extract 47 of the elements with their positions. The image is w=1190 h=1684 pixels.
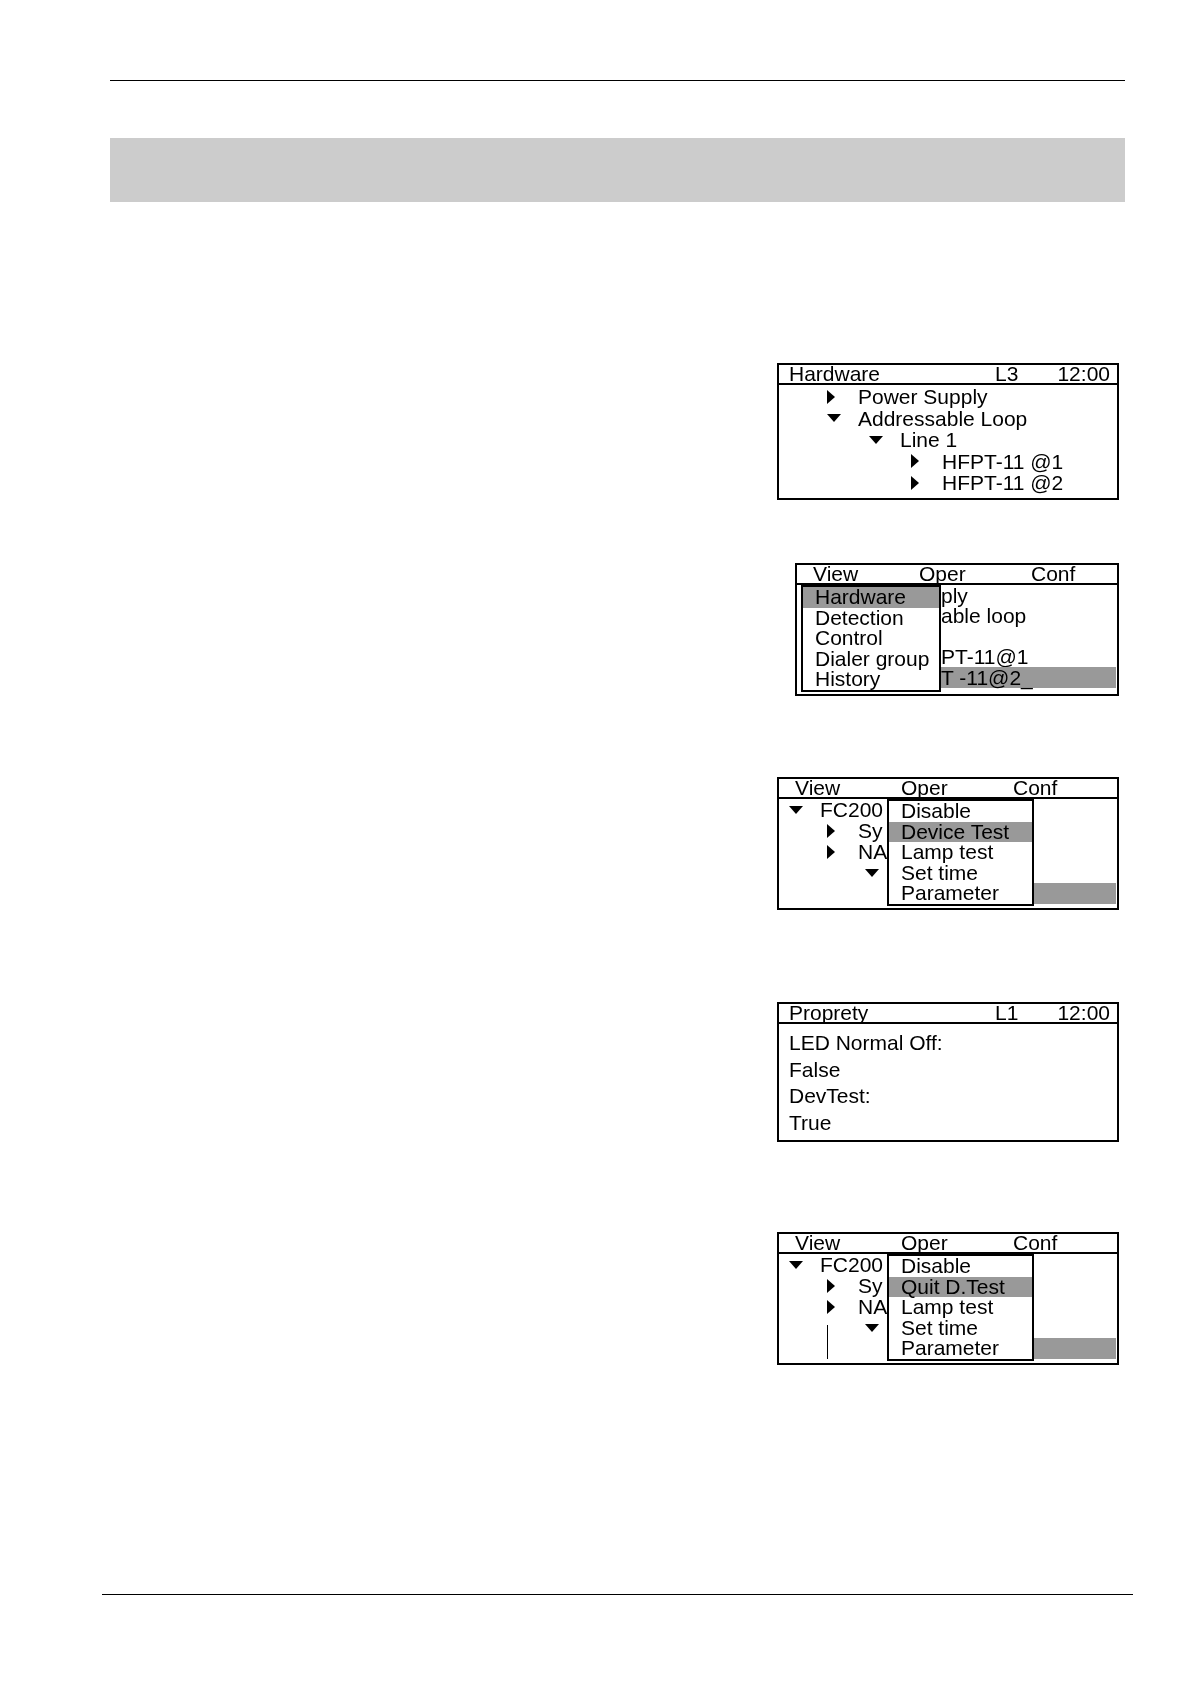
menu-item[interactable]: Dialer group [803,648,939,669]
menu-bar-item[interactable]: Conf [1013,1234,1058,1252]
tree-item[interactable]: PT-11@1 [941,646,1029,667]
tree-item[interactable]: Power Supply [827,386,988,408]
property-name: LED Normal Off: [789,1030,943,1056]
menu-item[interactable]: Hardware [803,587,939,608]
tree-item[interactable]: Sy [827,820,883,841]
indicator-text: L1 [995,1004,1019,1022]
property-value: False [789,1056,841,1083]
tree-item[interactable]: HFPT-11 @1 [911,450,1064,472]
tree-item[interactable]: Addressable Loop [827,407,1028,429]
clock-time: 12:00 [1057,1004,1110,1022]
menu-bar-item[interactable]: Oper [901,779,948,797]
menu-item[interactable]: Quit D.Test [889,1276,1032,1297]
screen-title: Proprety [789,1004,869,1022]
tree-item[interactable]: NA [827,1296,888,1317]
menu-item[interactable]: Disable [889,1256,1032,1277]
menu-item[interactable]: History [803,669,939,690]
menu-item[interactable]: Device Test [889,821,1032,842]
indicator-text: L3 [995,365,1019,383]
tree-item[interactable]: FC200 [789,1254,884,1275]
menu-item[interactable]: Detection [803,607,939,628]
property-value: True [789,1109,832,1136]
tree-item[interactable]: Sy [827,1275,883,1296]
menu-item[interactable]: Lamp test [889,842,1032,863]
clock-time: 12:00 [1057,365,1110,383]
property-name: DevTest: [789,1083,871,1109]
menu-item[interactable]: Parameter [889,1338,1032,1359]
menu-item[interactable]: Parameter [889,883,1032,904]
tree-item[interactable]: Line 1 [869,429,958,451]
tree-item[interactable]: NA [827,841,888,862]
menu-item[interactable]: Disable [889,801,1032,822]
menu-bar-item[interactable]: View [813,565,859,583]
menu-bar-item[interactable]: Conf [1013,779,1058,797]
menu-bar-item[interactable]: Oper [919,565,966,583]
menu-item[interactable]: Lamp test [889,1297,1032,1318]
menu-bar-item[interactable]: Oper [901,1234,948,1252]
menu-bar-item[interactable]: Conf [1031,565,1076,583]
tree-item[interactable]: HFPT-11 @2 [911,472,1064,494]
menu-item[interactable]: Set time [889,1317,1032,1338]
menu-bar-item[interactable]: View [795,779,841,797]
tree-item[interactable]: T -11@2_ [941,667,1116,688]
menu-item[interactable]: Set time [889,862,1032,883]
menu-bar-item[interactable]: View [795,1234,841,1252]
menu-item[interactable]: Control [803,628,939,649]
screen-title: Hardware [789,365,881,383]
tree-item[interactable]: FC200 [789,799,884,820]
